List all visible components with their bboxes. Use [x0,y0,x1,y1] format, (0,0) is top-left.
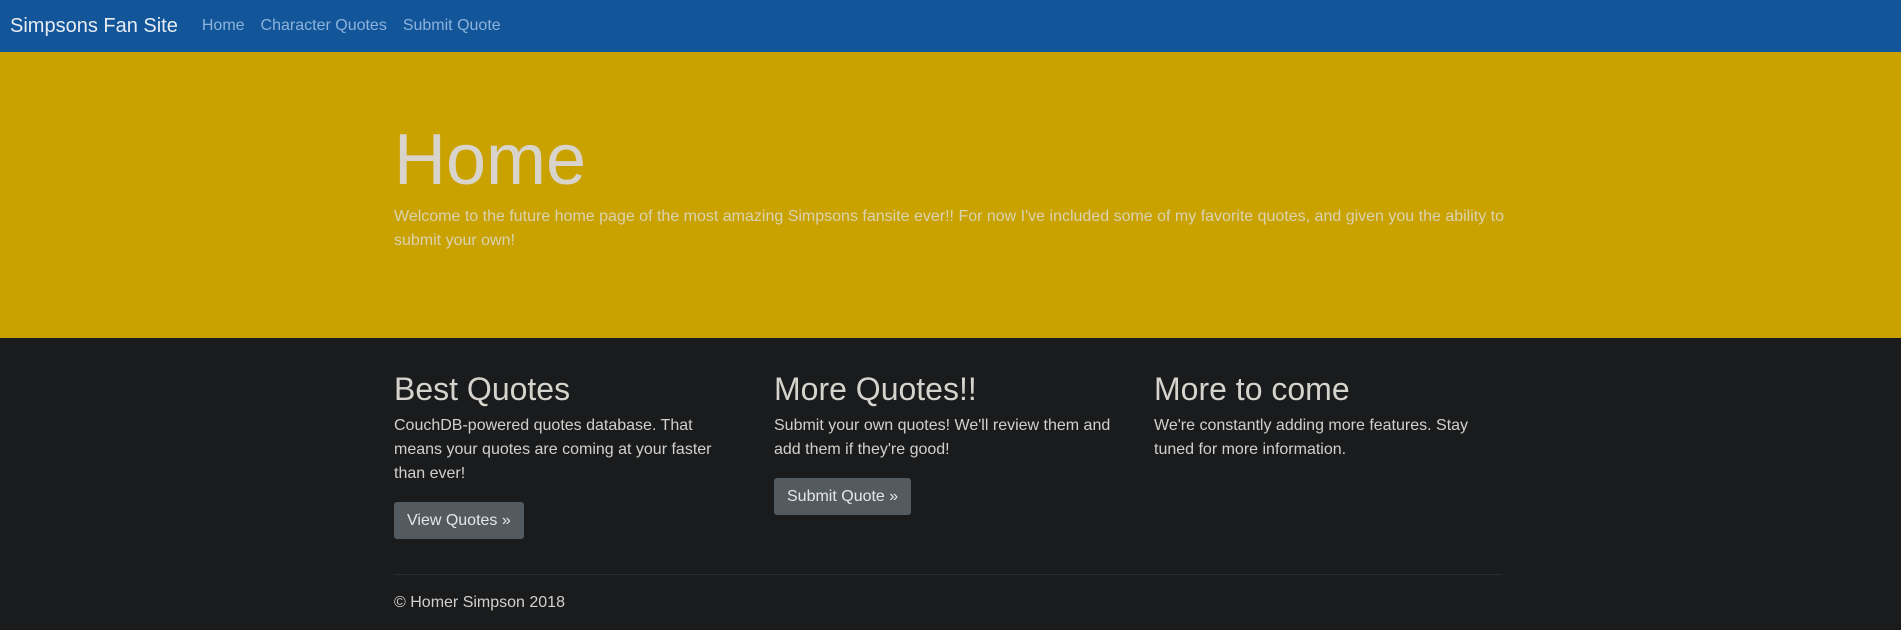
column-heading: More Quotes!! [774,371,977,407]
view-quotes-button[interactable]: View Quotes » [394,502,524,540]
footer-copyright: © Homer Simpson 2018 [394,594,565,611]
nav-link-home[interactable]: Home [202,17,245,35]
column-best-quotes: Best Quotes CouchDB-powered quotes datab… [394,370,744,540]
welcome-text: Welcome to the future home page of the m… [394,208,1505,250]
column-heading: Best Quotes [394,371,571,407]
column-heading: More to come [1154,371,1350,407]
column-text: We're constantly adding more features. S… [1154,417,1469,459]
jumbotron-content: Home Welcome to the future home page of … [394,117,1504,253]
brand-link[interactable]: Simpsons Fan Site [10,15,178,38]
submit-quote-button[interactable]: Submit Quote » [774,478,912,516]
navbar: Simpsons Fan Site Home Character Quotes … [0,0,1901,52]
column-text: CouchDB-powered quotes database. That me… [394,417,712,483]
nav-link-submit-quote[interactable]: Submit Quote [403,17,501,35]
footer-divider [394,574,1502,575]
main-content: Best Quotes CouchDB-powered quotes datab… [0,338,1901,630]
jumbotron: Home Welcome to the future home page of … [0,52,1901,338]
column-text: Submit your own quotes! We'll review the… [774,417,1111,459]
column-more-to-come: More to come We're constantly adding mor… [1154,370,1504,478]
page-title: Home [394,120,587,200]
nav-link-character-quotes[interactable]: Character Quotes [261,17,387,35]
column-more-quotes: More Quotes!! Submit your own quotes! We… [774,370,1124,516]
